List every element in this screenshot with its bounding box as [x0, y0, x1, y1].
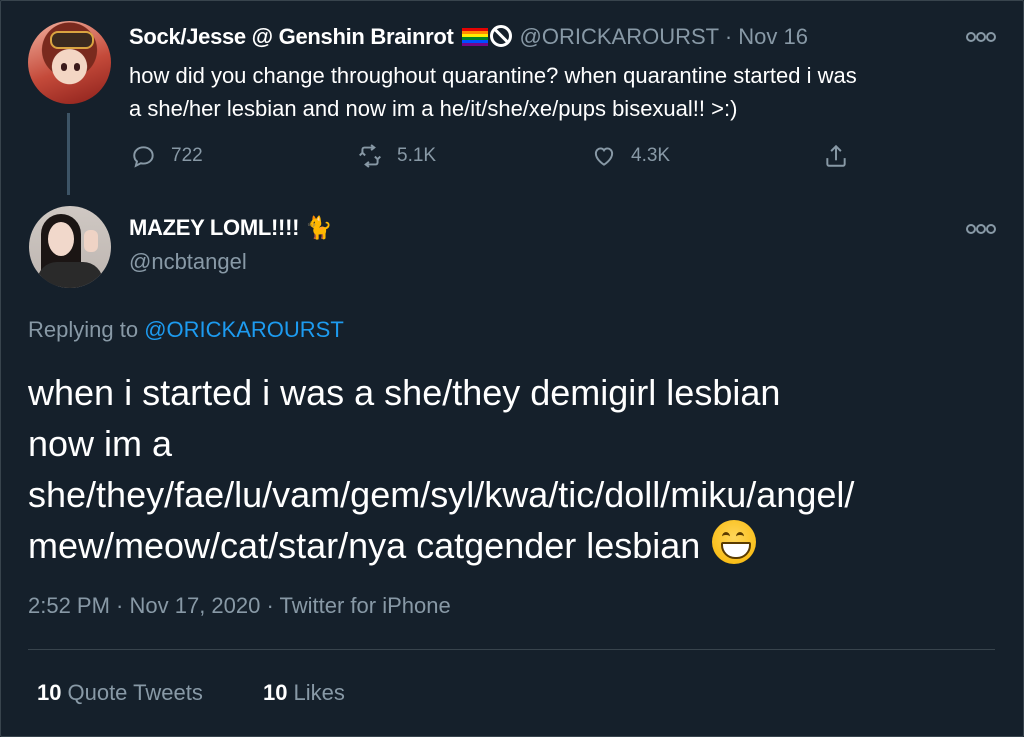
no-entry-icon [489, 25, 512, 47]
tweet-timestamp-source[interactable]: 2:52 PM · Nov 17, 2020 · Twitter for iPh… [28, 593, 451, 619]
like-icon [594, 147, 614, 166]
divider [28, 649, 995, 650]
reply-button[interactable]: 722 [131, 141, 203, 171]
parent-avatar[interactable] [28, 21, 111, 104]
parent-header: Sock/Jesse @ Genshin Brainrot @ORICKAROUR… [129, 23, 808, 51]
like-button[interactable]: 4.3K [591, 141, 670, 171]
reply-avatar[interactable] [29, 206, 111, 288]
retweet-icon [359, 144, 381, 168]
parent-handle[interactable]: @ORICKAROURST [520, 24, 719, 49]
likes-label: Likes [293, 680, 345, 705]
rainbow-flag-icon [461, 28, 488, 46]
cat-icon: 🐈 [305, 215, 333, 240]
replying-to-label: Replying to [28, 317, 139, 342]
more-icon[interactable] [966, 31, 996, 43]
like-count: 4.3K [631, 145, 671, 166]
thread-connector-line [67, 113, 70, 195]
tweet-thread-panel: Sock/Jesse @ Genshin Brainrot @ORICKAROUR… [0, 0, 1024, 737]
likes-count: 10 [263, 680, 288, 705]
likes-stat[interactable]: 10 Likes [263, 680, 345, 706]
quote-tweets-stat[interactable]: 10 Quote Tweets [37, 680, 203, 706]
parent-date[interactable]: Nov 16 [738, 24, 808, 49]
replying-to-mention[interactable]: @ORICKAROURST [144, 317, 344, 342]
reply-display-name[interactable]: MAZEY LOML!!!! [129, 215, 299, 240]
reply-handle[interactable]: @ncbtangel [129, 249, 247, 275]
grinning-face-icon [712, 520, 757, 564]
separator-dot: · [718, 24, 739, 49]
avatar-goggles [50, 31, 94, 49]
reply-icon [133, 146, 154, 168]
reply-count: 722 [171, 145, 203, 166]
share-icon [826, 144, 846, 167]
parent-display-name[interactable]: Sock/Jesse @ Genshin Brainrot [129, 24, 454, 49]
parent-tweet-text: how did you change throughout quarantine… [129, 63, 857, 121]
more-icon[interactable] [966, 223, 996, 235]
replying-to-line: Replying to @ORICKAROURST [28, 317, 344, 343]
retweet-count: 5.1K [397, 145, 437, 166]
quote-tweets-count: 10 [37, 680, 62, 705]
reply-tweet-text: when i started i was a she/they demigirl… [28, 367, 998, 571]
quote-tweets-label: Quote Tweets [67, 680, 203, 705]
reply-header: MAZEY LOML!!!! 🐈 [129, 214, 333, 242]
share-button[interactable] [823, 141, 863, 171]
retweet-button[interactable]: 5.1K [357, 141, 436, 171]
